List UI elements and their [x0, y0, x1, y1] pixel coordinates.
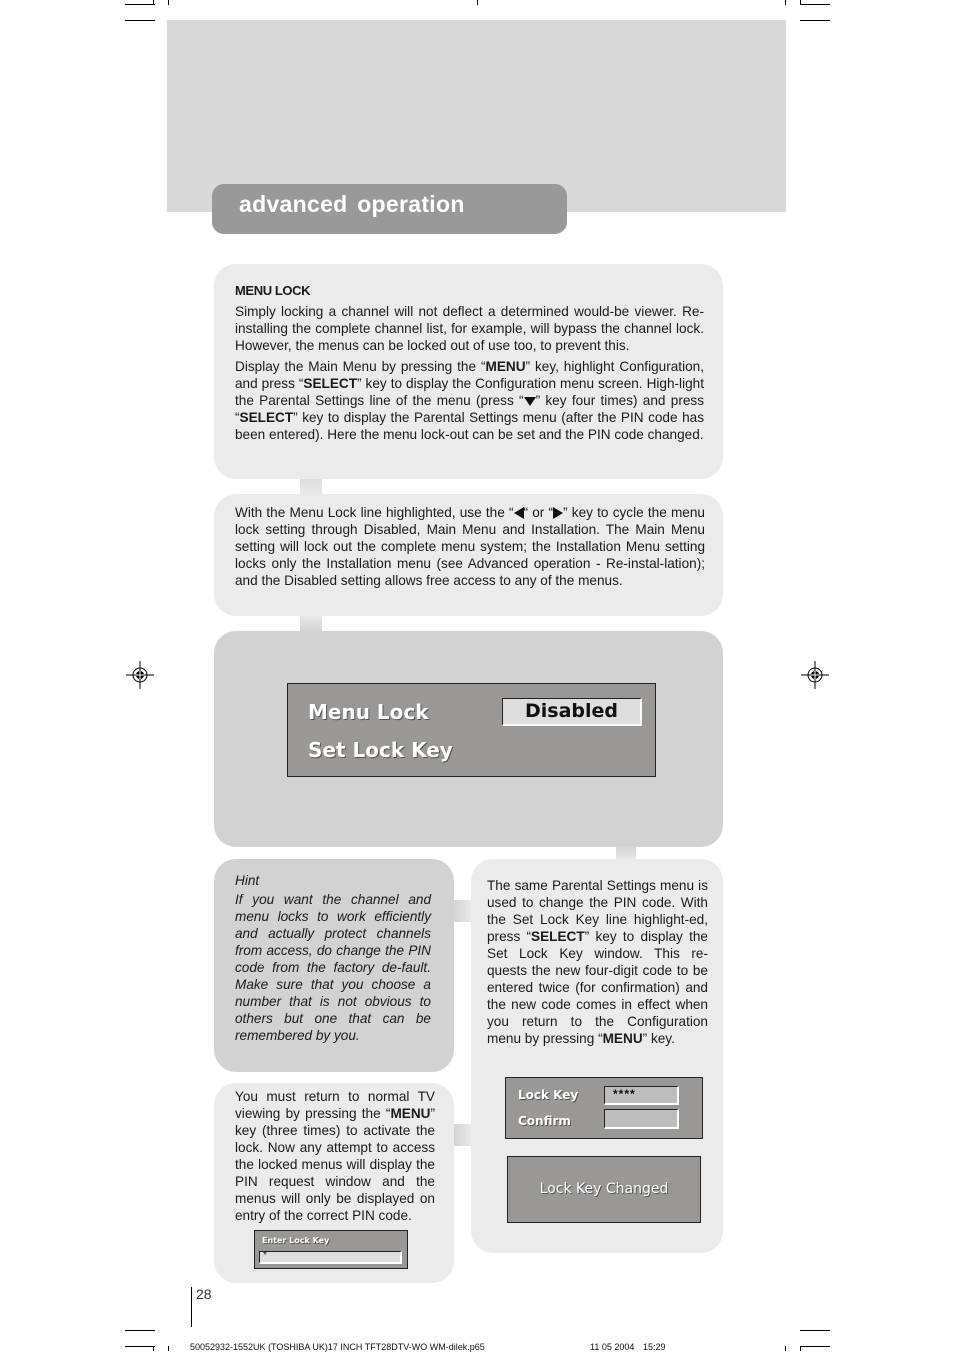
crop-mark	[168, 1346, 169, 1351]
enter-lock-key-input[interactable]: *	[259, 1250, 402, 1264]
enter-lock-key-value: *	[263, 1250, 267, 1261]
menu-lock-label: Menu Lock	[308, 700, 429, 724]
menu-lock-panel: MENU LOCK Simply locking a channel will …	[214, 264, 723, 479]
lock-key-value: ****	[613, 1087, 636, 1101]
crop-mark	[125, 20, 155, 21]
menu-lock-intro: Simply locking a channel will not deflec…	[235, 304, 704, 353]
hint-body: If you want the channel and menu locks t…	[235, 892, 431, 1043]
crop-mark	[153, 0, 154, 5]
section-title-tab: advanced operation	[212, 184, 567, 234]
enter-lock-key-label: Enter Lock Key	[262, 1236, 330, 1245]
page-number-rule	[191, 1287, 192, 1327]
osd-screenshot-panel: Menu Lock Disabled Set Lock Key	[214, 631, 723, 847]
parental-settings-osd: Menu Lock Disabled Set Lock Key	[287, 683, 656, 777]
enter-lock-key-osd: Enter Lock Key *	[254, 1230, 408, 1269]
crop-mark	[800, 4, 830, 5]
crop-mark	[168, 0, 169, 5]
crop-mark	[125, 1330, 155, 1331]
menu-lock-value-field[interactable]: Disabled	[502, 698, 642, 726]
pin-change-text: The same Parental Settings menu is used …	[487, 878, 708, 1046]
confirm-label: Confirm	[518, 1114, 571, 1128]
menu-lock-cycle-text: With the Menu Lock line highlighted, use…	[235, 505, 705, 588]
return-to-tv-text: You must return to normal TV viewing by …	[235, 1089, 435, 1223]
down-arrow-icon	[523, 396, 536, 406]
confirm-input[interactable]	[604, 1109, 679, 1129]
page-number: 28	[196, 1286, 212, 1302]
return-to-tv-panel: You must return to normal TV viewing by …	[214, 1083, 454, 1283]
lock-key-changed-message: Lock Key Changed	[539, 1181, 669, 1197]
lock-key-label: Lock Key	[518, 1088, 579, 1102]
lock-key-input[interactable]: ****	[604, 1086, 679, 1105]
panel-connector	[300, 614, 322, 632]
registration-mark-icon	[801, 661, 829, 689]
right-arrow-icon	[553, 507, 564, 520]
crop-mark	[125, 1346, 155, 1347]
crop-mark	[477, 0, 478, 5]
crop-mark	[800, 20, 830, 21]
set-lock-key-label: Set Lock Key	[308, 738, 453, 762]
hint-title: Hint	[235, 873, 260, 888]
lock-key-osd: Lock Key **** Confirm	[505, 1077, 703, 1139]
crop-mark	[785, 0, 786, 5]
left-arrow-icon	[513, 507, 524, 520]
crop-mark	[800, 1330, 830, 1331]
crop-mark	[125, 4, 155, 5]
lock-key-changed-osd: Lock Key Changed	[507, 1156, 701, 1223]
section-title: advanced operation	[239, 191, 465, 217]
menu-lock-value: Disabled	[524, 700, 618, 722]
menu-lock-heading: MENU LOCK	[235, 283, 311, 298]
registration-mark-icon	[126, 661, 154, 689]
hint-panel: Hint If you want the channel and menu lo…	[214, 859, 454, 1072]
menu-lock-cycle-panel: With the Menu Lock line highlighted, use…	[214, 494, 723, 616]
crop-mark	[785, 1346, 786, 1351]
crop-mark	[800, 1346, 830, 1347]
crop-mark	[153, 1346, 154, 1351]
pin-change-panel: The same Parental Settings menu is used …	[471, 859, 723, 1253]
menu-lock-instructions: Display the Main Menu by pressing the “M…	[235, 359, 704, 442]
